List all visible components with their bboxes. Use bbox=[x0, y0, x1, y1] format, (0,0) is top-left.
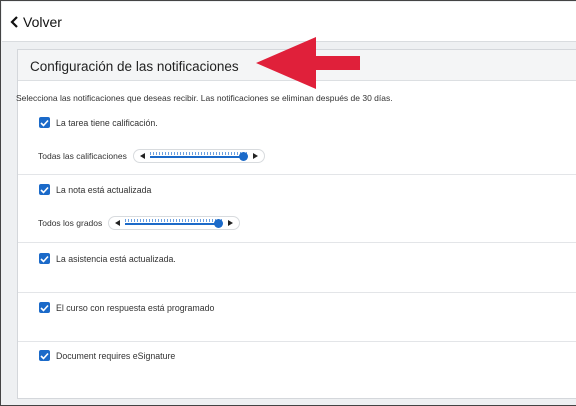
red-arrow-icon bbox=[256, 37, 360, 89]
divider bbox=[18, 242, 576, 243]
divider bbox=[18, 174, 576, 175]
checkmark-icon bbox=[40, 304, 49, 312]
checkbox-checked[interactable] bbox=[39, 302, 50, 313]
checkbox-checked[interactable] bbox=[39, 117, 50, 128]
slider-fill bbox=[149, 156, 243, 158]
caret-left-icon bbox=[139, 153, 145, 159]
divider bbox=[18, 341, 576, 342]
setting-course-scheduled-label: El curso con respuesta está programado bbox=[56, 302, 215, 313]
setting-esignature-label: Document requires eSignature bbox=[56, 350, 176, 361]
checkbox-checked[interactable] bbox=[39, 253, 50, 264]
setting-esignature-checkbox[interactable]: Document requires eSignature bbox=[39, 350, 175, 361]
slider-track[interactable] bbox=[149, 151, 248, 161]
slider-label: Todas las calificaciones bbox=[38, 151, 127, 161]
slider-fill bbox=[125, 223, 219, 225]
checkmark-icon bbox=[40, 119, 49, 127]
decrease-button[interactable] bbox=[138, 151, 147, 161]
divider bbox=[18, 292, 576, 293]
top-bar: Volver bbox=[2, 2, 576, 42]
caret-right-icon bbox=[228, 220, 234, 226]
decrease-button[interactable] bbox=[113, 218, 122, 228]
slider-ticks bbox=[149, 152, 248, 155]
caret-right-icon bbox=[252, 153, 258, 159]
setting-graded-checkbox[interactable]: La tarea tiene calificación. bbox=[39, 117, 158, 128]
setting-grade-updated-slider-row: Todos los grados bbox=[38, 216, 241, 230]
setting-graded-label: La tarea tiene calificación. bbox=[56, 117, 158, 128]
caret-left-icon bbox=[115, 220, 121, 226]
intro-text: Selecciona las notificaciones que deseas… bbox=[16, 93, 393, 103]
setting-grade-updated-checkbox[interactable]: La nota está actualizada bbox=[39, 184, 151, 195]
app-frame: Volver Configuración de las notificacion… bbox=[0, 0, 576, 406]
checkbox-checked[interactable] bbox=[39, 350, 50, 361]
page-title: Configuración de las notificaciones bbox=[30, 59, 239, 74]
chevron-left-icon bbox=[10, 16, 18, 28]
level-slider[interactable] bbox=[108, 216, 241, 230]
slider-thumb[interactable] bbox=[238, 152, 248, 161]
setting-course-scheduled-checkbox[interactable]: El curso con respuesta está programado bbox=[39, 302, 214, 313]
slider-thumb[interactable] bbox=[214, 219, 224, 228]
checkmark-icon bbox=[40, 186, 49, 194]
increase-button[interactable] bbox=[226, 218, 235, 228]
setting-attendance-checkbox[interactable]: La asistencia está actualizada. bbox=[39, 253, 176, 264]
slider-track[interactable] bbox=[125, 218, 224, 228]
slider-ticks bbox=[125, 219, 224, 222]
checkbox-checked[interactable] bbox=[39, 184, 50, 195]
checkmark-icon bbox=[40, 255, 49, 263]
setting-grade-updated-label: La nota está actualizada bbox=[56, 184, 152, 195]
level-slider[interactable] bbox=[132, 149, 265, 163]
back-button[interactable]: Volver bbox=[10, 14, 62, 30]
increase-button[interactable] bbox=[251, 151, 260, 161]
checkmark-icon bbox=[40, 352, 49, 360]
back-label: Volver bbox=[23, 14, 62, 30]
slider-label: Todos los grados bbox=[38, 218, 103, 228]
setting-attendance-label: La asistencia está actualizada. bbox=[56, 253, 176, 264]
setting-graded-slider-row: Todas las calificaciones bbox=[38, 149, 265, 163]
